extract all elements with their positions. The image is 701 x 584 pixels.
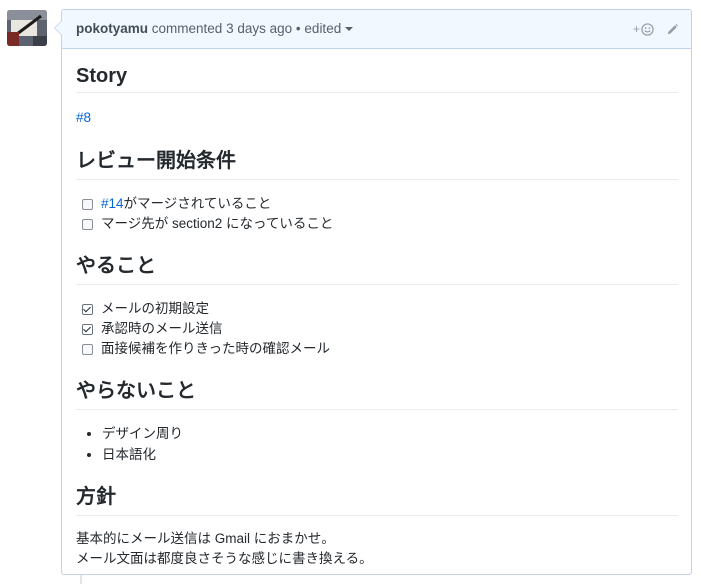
policy-line: メール文面は都度良さそうな感じに書き換える。 (76, 551, 373, 566)
list-item: デザイン周り (102, 423, 678, 444)
smiley-icon (641, 22, 654, 36)
comment-actions: + (633, 10, 679, 48)
author-link[interactable]: pokotyamu (76, 21, 148, 36)
header-separator: • (295, 21, 301, 36)
task-text: マージ先が section2 になっていること (101, 216, 334, 231)
chevron-down-icon (345, 27, 354, 31)
comment-action: commented (151, 21, 223, 36)
edit-comment-button[interactable] (666, 23, 679, 36)
add-reaction-button[interactable]: + (633, 10, 654, 48)
task-item: 面接候補を作りきった時の確認メール (82, 339, 678, 359)
comment-box: pokotyamu commented 3 days ago • edited … (54, 9, 692, 575)
task-checkbox[interactable] (82, 303, 93, 315)
story-heading: Story (76, 63, 678, 93)
reaction-plus: + (632, 22, 640, 36)
task-text: 承認時のメール送信 (101, 321, 223, 336)
review-conditions-list: #14 がマージされていること マージ先が section2 になっていること (76, 194, 678, 234)
comment-timestamp[interactable]: 3 days ago (226, 21, 292, 36)
not-todo-list: デザイン周り 日本語化 (76, 423, 678, 465)
todo-heading: やること (76, 253, 678, 285)
avatar[interactable] (7, 10, 47, 46)
task-checkbox[interactable] (82, 218, 93, 230)
not-todo-heading: やらないこと (76, 378, 678, 410)
task-item: #14 がマージされていること (82, 194, 678, 214)
task-text: がマージされていること (123, 196, 272, 211)
pencil-icon (667, 23, 679, 34)
edited-dropdown[interactable]: edited (304, 21, 354, 36)
avatar-icon (7, 10, 47, 46)
policy-heading: 方針 (76, 484, 678, 516)
comment-header: pokotyamu commented 3 days ago • edited … (62, 10, 691, 49)
task-issue-link[interactable]: #14 (101, 194, 124, 214)
task-text: メールの初期設定 (101, 301, 209, 316)
todo-list: メールの初期設定 承認時のメール送信 面接候補を作りきった時の確認メール (76, 299, 678, 359)
comment-body: Story #8 レビュー開始条件 #14 がマージされていること マージ先が … (62, 63, 691, 569)
task-checkbox[interactable] (82, 343, 93, 355)
task-item: マージ先が section2 になっていること (82, 214, 678, 234)
list-item: 日本語化 (102, 444, 678, 465)
review-conditions-heading: レビュー開始条件 (76, 148, 678, 180)
edited-label: edited (304, 21, 342, 36)
policy-line: 基本的にメール送信は Gmail におまかせ。 (76, 531, 335, 546)
task-text: 面接候補を作りきった時の確認メール (101, 341, 330, 356)
story-paragraph: #8 (76, 108, 678, 128)
task-item: メールの初期設定 (82, 299, 678, 319)
task-checkbox[interactable] (82, 323, 93, 335)
task-item: 承認時のメール送信 (82, 319, 678, 339)
task-checkbox[interactable] (82, 198, 93, 210)
story-issue-link[interactable]: #8 (76, 110, 91, 125)
